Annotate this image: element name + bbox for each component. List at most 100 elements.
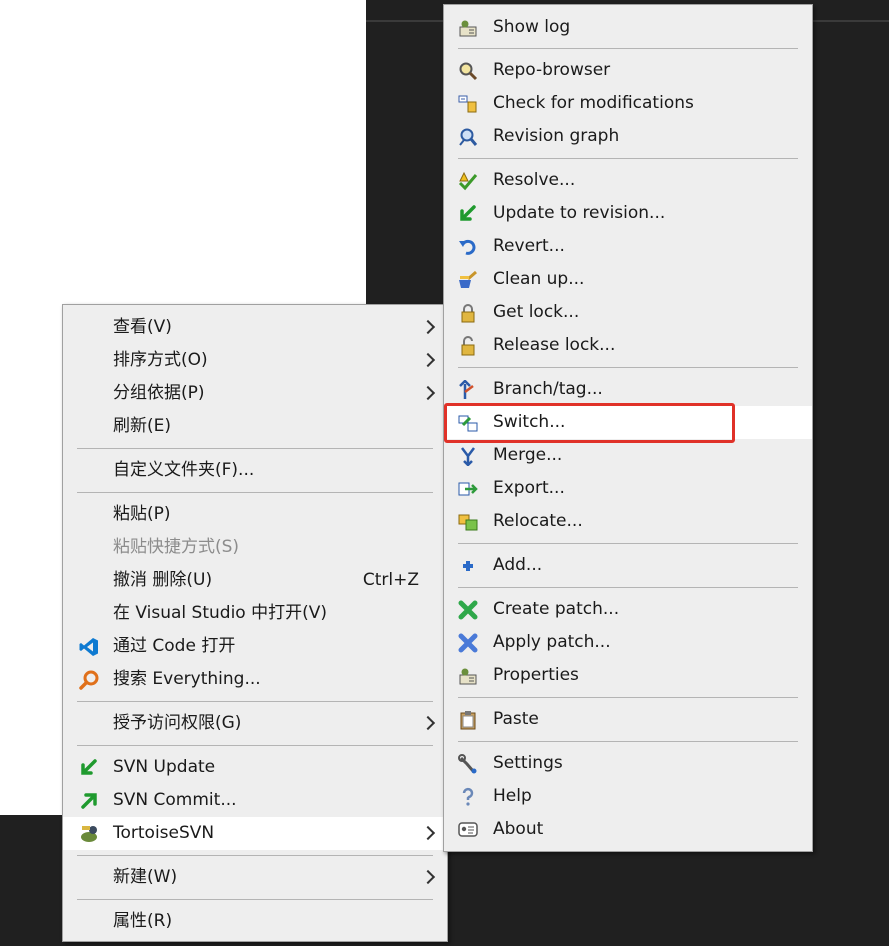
menu-item-open-in-visual-studio[interactable]: 在 Visual Studio 中打开(V) [63,597,447,630]
menu-item-open-with-code[interactable]: 通过 Code 打开 [63,630,447,663]
menu-item-label: Merge... [493,445,563,465]
menu-item-svn-update[interactable]: SVN Update [63,751,447,784]
create-patch-icon [458,600,478,620]
svn-item-apply-patch[interactable]: Apply patch... [444,626,812,659]
svn-item-settings[interactable]: Settings [444,747,812,780]
menu-separator [77,448,433,449]
menu-item-paste[interactable]: 粘贴(P) [63,498,447,531]
menu-item-properties[interactable]: 属性(R) [63,905,447,938]
switch-icon [458,415,478,432]
svn-item-add[interactable]: Add... [444,549,812,582]
update-revision-icon [460,205,476,221]
svn-item-clean-up[interactable]: Clean up... [444,263,812,296]
chevron-right-icon [420,825,436,841]
about-icon [458,822,478,837]
menu-item-label: Check for modifications [493,93,694,113]
menu-item-label: 刷新(E) [113,416,172,436]
menu-item-label: Resolve... [493,170,576,190]
properties-icon [459,668,477,685]
everything-search-icon [79,670,99,690]
explorer-context-menu: 查看(V) 排序方式(O) 分组依据(P) 刷新(E) 自定义文件夹(F)...… [62,304,448,942]
menu-item-paste-shortcut[interactable]: 粘贴快捷方式(S) [63,531,447,564]
repo-browser-icon [459,62,478,81]
svn-item-revert[interactable]: Revert... [444,230,812,263]
menu-item-shortcut: Ctrl+Z [362,570,419,590]
menu-item-refresh[interactable]: 刷新(E) [63,410,447,443]
menu-item-label: Add... [493,555,543,575]
show-log-icon [459,20,477,37]
svn-item-paste[interactable]: Paste [444,703,812,736]
menu-item-label: Get lock... [493,302,580,322]
chevron-right-icon [420,352,436,368]
menu-item-label: Branch/tag... [493,379,603,399]
menu-item-give-access[interactable]: 授予访问权限(G) [63,707,447,740]
svn-item-relocate[interactable]: Relocate... [444,505,812,538]
menu-separator [77,899,433,900]
chevron-right-icon [420,715,436,731]
menu-item-label: Clean up... [493,269,585,289]
svn-update-icon [81,759,97,775]
menu-item-label: Paste [493,709,539,729]
svn-item-properties[interactable]: Properties [444,659,812,692]
menu-separator [458,697,798,698]
branch-tag-icon [459,380,474,399]
menu-item-label: 授予访问权限(G) [113,713,242,733]
menu-item-label: Update to revision... [493,203,666,223]
menu-item-search-everything[interactable]: 搜索 Everything... [63,663,447,696]
menu-item-new[interactable]: 新建(W) [63,861,447,894]
menu-item-label: 查看(V) [113,317,172,337]
svn-item-get-lock[interactable]: Get lock... [444,296,812,329]
svn-item-check-modifications[interactable]: Check for modifications [444,87,812,120]
svn-item-revision-graph[interactable]: Revision graph [444,120,812,153]
help-icon [462,787,474,806]
menu-separator [77,855,433,856]
svn-item-repo-browser[interactable]: Repo-browser [444,54,812,87]
tortoisesvn-icon [81,826,97,842]
menu-item-view[interactable]: 查看(V) [63,311,447,344]
menu-item-group-by[interactable]: 分组依据(P) [63,377,447,410]
svn-item-branch-tag[interactable]: Branch/tag... [444,373,812,406]
resolve-icon [458,171,478,191]
menu-item-label: 排序方式(O) [113,350,208,370]
svn-item-resolve[interactable]: Resolve... [444,164,812,197]
menu-separator [458,48,798,49]
svn-item-help[interactable]: Help [444,780,812,813]
svn-item-show-log[interactable]: Show log [444,11,812,44]
svn-item-switch[interactable]: Switch... [444,406,812,439]
menu-item-label: Repo-browser [493,60,611,80]
menu-item-label: 撤消 删除(U) [113,570,213,590]
svn-item-update-to-revision[interactable]: Update to revision... [444,197,812,230]
menu-item-sort-by[interactable]: 排序方式(O) [63,344,447,377]
menu-item-label: Switch... [493,412,566,432]
menu-item-label: Revert... [493,236,565,256]
svn-item-about[interactable]: About [444,813,812,846]
relocate-icon [458,514,478,531]
unlock-icon [461,336,475,356]
svn-item-merge[interactable]: Merge... [444,439,812,472]
menu-separator [458,741,798,742]
svn-commit-icon [81,793,97,809]
menu-item-customize-folder[interactable]: 自定义文件夹(F)... [63,454,447,487]
revision-graph-icon [459,128,478,146]
menu-item-label: SVN Commit... [113,790,237,810]
menu-item-label: Settings [493,753,563,773]
menu-separator [458,587,798,588]
menu-item-tortoisesvn[interactable]: TortoiseSVN [63,817,447,850]
svn-item-release-lock[interactable]: Release lock... [444,329,812,362]
menu-item-undo-delete[interactable]: 撤消 删除(U) Ctrl+Z [63,564,447,597]
check-modifications-icon [458,95,477,113]
tortoisesvn-submenu: Show log Repo-browser Check for modifica… [443,4,813,852]
svn-item-export[interactable]: Export... [444,472,812,505]
menu-item-svn-commit[interactable]: SVN Commit... [63,784,447,817]
menu-item-label: About [493,819,544,839]
export-icon [458,482,478,496]
lock-icon [461,304,475,323]
menu-item-label: Properties [493,665,579,685]
menu-item-label: Relocate... [493,511,583,531]
apply-patch-icon [458,633,478,653]
menu-item-label: 粘贴快捷方式(S) [113,537,240,557]
menu-separator [77,701,433,702]
menu-item-label: Apply patch... [493,632,611,652]
svn-item-create-patch[interactable]: Create patch... [444,593,812,626]
add-icon [463,561,473,571]
